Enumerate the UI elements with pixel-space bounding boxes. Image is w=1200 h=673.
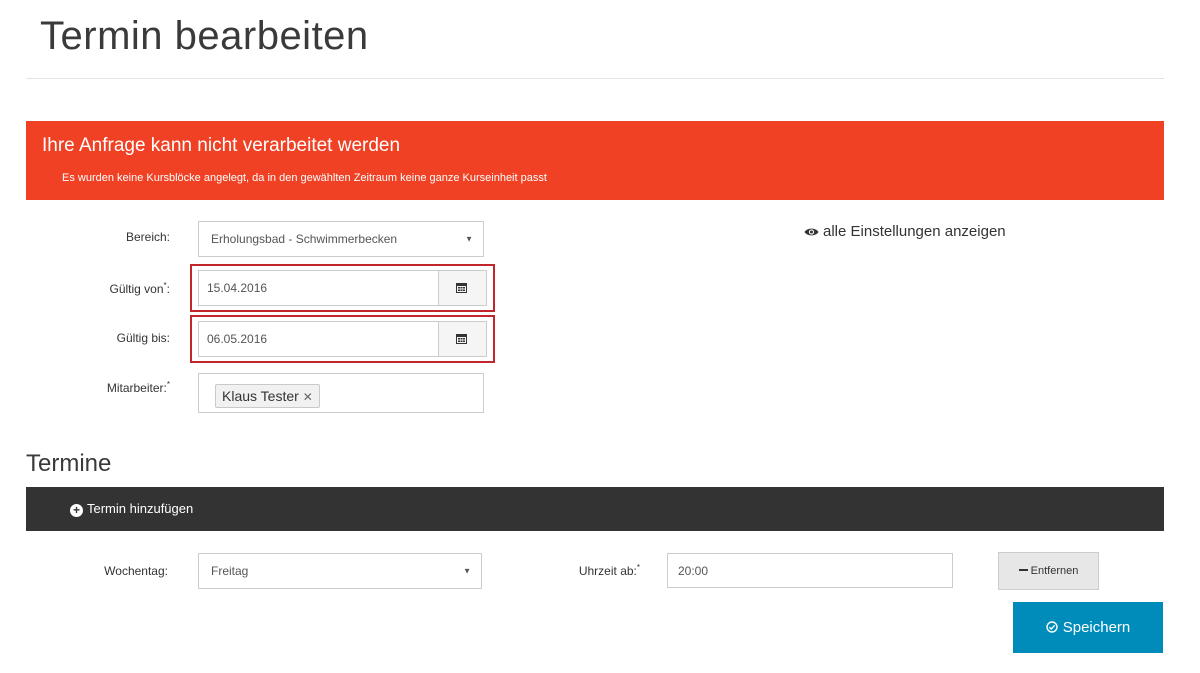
gueltig-bis-input[interactable]: 06.05.2016 [198, 321, 439, 357]
show-all-settings-label: alle Einstellungen anzeigen [823, 223, 1006, 240]
termine-title: Termine [26, 450, 112, 477]
remove-tag-icon[interactable]: ✕ [303, 390, 313, 404]
error-alert: Ihre Anfrage kann nicht verarbeitet werd… [26, 121, 1164, 200]
termine-toolbar: + Termin hinzufügen [26, 487, 1164, 531]
mitarbeiter-tag: Klaus Tester ✕ [215, 384, 320, 408]
mitarbeiter-tag-input[interactable]: Klaus Tester ✕ [198, 373, 484, 413]
eye-icon [804, 228, 819, 236]
uhrzeit-input[interactable]: 20:00 [667, 553, 953, 588]
bereich-select[interactable]: Erholungsbad - Schwimmerbecken ▼ [198, 221, 484, 257]
caret-down-icon: ▼ [465, 234, 473, 244]
add-termin-label: Termin hinzufügen [87, 501, 194, 516]
gueltig-von-calendar-button[interactable] [438, 270, 487, 306]
wochentag-select[interactable]: Freitag ▼ [198, 553, 482, 589]
gueltig-von-label: Gültig von*: [109, 281, 171, 296]
mitarbeiter-label: Mitarbeiter:* [106, 380, 170, 395]
title-divider [26, 78, 1164, 79]
check-circle-icon [1046, 621, 1058, 633]
gueltig-von-input[interactable]: 15.04.2016 [198, 270, 439, 306]
add-termin-button[interactable]: + Termin hinzufügen [70, 501, 193, 517]
gueltig-bis-value: 06.05.2016 [207, 332, 268, 346]
bereich-value: Erholungsbad - Schwimmerbecken [211, 232, 398, 246]
save-label: Speichern [1062, 619, 1131, 636]
remove-termin-button[interactable]: Entfernen [998, 552, 1099, 590]
wochentag-label: Wochentag: [104, 564, 168, 578]
caret-down-icon: ▼ [463, 566, 471, 576]
required-mark: * [636, 563, 640, 572]
calendar-icon [456, 283, 467, 293]
uhrzeit-label: Uhrzeit ab:* [578, 563, 640, 578]
calendar-icon [456, 334, 467, 344]
alert-message: Es wurden keine Kursblöcke angelegt, da … [62, 172, 547, 184]
alert-title: Ihre Anfrage kann nicht verarbeitet werd… [42, 135, 401, 156]
save-button[interactable]: Speichern [1013, 602, 1163, 653]
bereich-label: Bereich: [125, 230, 170, 244]
page-title: Termin bearbeiten [40, 14, 369, 58]
gueltig-von-value: 15.04.2016 [207, 281, 268, 295]
minus-icon [1018, 569, 1028, 571]
tag-label: Klaus Tester [222, 388, 299, 404]
gueltig-bis-group: 06.05.2016 [190, 315, 495, 363]
uhrzeit-value: 20:00 [678, 563, 709, 578]
gueltig-von-group: 15.04.2016 [190, 264, 495, 312]
gueltig-bis-calendar-button[interactable] [438, 321, 487, 357]
gueltig-bis-label: Gültig bis: [116, 331, 170, 345]
plus-circle-icon: + [70, 504, 83, 517]
required-mark: * [166, 380, 170, 389]
wochentag-value: Freitag [211, 564, 249, 578]
remove-termin-label: Entfernen [1030, 565, 1079, 577]
show-all-settings-link[interactable]: alle Einstellungen anzeigen [804, 223, 1006, 240]
